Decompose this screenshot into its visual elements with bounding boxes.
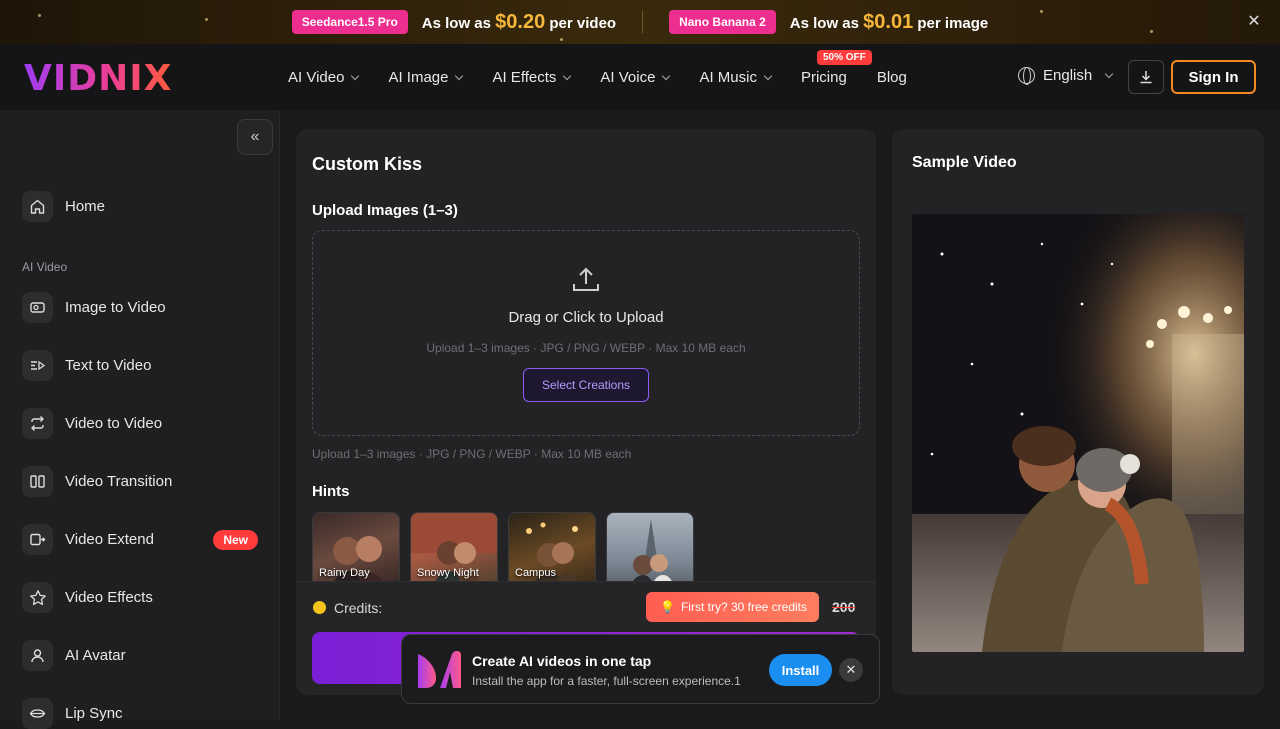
- promo-price: $0.20: [495, 10, 546, 33]
- nav-item-ai-effects[interactable]: AI Effects: [492, 69, 572, 86]
- sidebar-item-ai-avatar[interactable]: AI Avatar: [22, 640, 258, 671]
- divider: [642, 11, 644, 33]
- select-creations-button[interactable]: Select Creations: [523, 368, 649, 402]
- promo-text: As low as $0.20 per video: [421, 10, 617, 33]
- top-nav: VIDNIX AI Video AI Image AI Effects AI V…: [0, 44, 1280, 110]
- promo-price: $0.01: [863, 10, 914, 33]
- lips-icon: [22, 698, 53, 729]
- sidebar-section-title: AI Video: [22, 260, 68, 274]
- dropzone-subtitle: Upload 1–3 images · JPG / PNG / WEBP · M…: [426, 341, 746, 355]
- sign-in-button[interactable]: Sign In: [1171, 60, 1256, 94]
- sidebar-item-video-extend[interactable]: Video Extend New: [22, 524, 258, 555]
- upload-dropzone[interactable]: Drag or Click to Upload Upload 1–3 image…: [312, 230, 860, 436]
- sidebar-item-image-to-video[interactable]: Image to Video: [22, 292, 258, 323]
- image-video-icon: [22, 292, 53, 323]
- globe-icon: [1018, 67, 1035, 85]
- hints-title: Hints: [312, 483, 350, 500]
- sidebar-item-lip-sync[interactable]: Lip Sync: [22, 698, 258, 729]
- chevron-down-icon: [662, 71, 671, 80]
- sample-video-image: [912, 214, 1244, 652]
- sidebar-item-video-transition[interactable]: Video Transition: [22, 466, 258, 497]
- nav-item-ai-video[interactable]: AI Video: [288, 69, 360, 86]
- close-icon[interactable]: ✕: [839, 658, 863, 682]
- close-icon[interactable]: ✕: [1244, 12, 1264, 32]
- nav-menu: AI Video AI Image AI Effects AI Voice AI…: [288, 44, 907, 110]
- sidebar-item-video-effects[interactable]: Video Effects: [22, 582, 258, 613]
- new-badge: New: [213, 529, 258, 550]
- custom-kiss-panel: Custom Kiss Upload Images (1–3) Drag or …: [296, 129, 876, 695]
- sidebar-item-home[interactable]: Home: [22, 191, 258, 222]
- home-icon: [22, 191, 53, 222]
- promo-offer-image[interactable]: Nano Banana 2 As low as $0.01 per image: [669, 10, 988, 34]
- nav-item-pricing[interactable]: Pricing 50% OFF: [801, 49, 872, 86]
- sidebar-item-text-to-video[interactable]: Text to Video: [22, 350, 258, 381]
- collapse-sidebar-button[interactable]: «: [237, 119, 273, 155]
- hint-label: Campus: [515, 567, 556, 579]
- promo-offer-video[interactable]: Seedance1.5 Pro As low as $0.20 per vide…: [291, 10, 617, 34]
- chevron-down-icon: [563, 71, 572, 80]
- sample-video-preview[interactable]: [912, 214, 1244, 652]
- nav-item-blog[interactable]: Blog: [877, 69, 907, 86]
- coin-icon: [313, 601, 326, 614]
- discount-badge: 50% OFF: [816, 49, 872, 65]
- repeat-icon: [22, 408, 53, 439]
- text-video-icon: [22, 350, 53, 381]
- upload-icon: [573, 267, 599, 291]
- chevron-down-icon: [1104, 69, 1114, 79]
- promo-banner: Seedance1.5 Pro As low as $0.20 per vide…: [0, 0, 1280, 44]
- hint-label: Rainy Day: [319, 567, 370, 579]
- nav-item-ai-image[interactable]: AI Image: [388, 69, 464, 86]
- install-app-toast: Create AI videos in one tap Install the …: [401, 634, 880, 704]
- chevron-down-icon: [351, 71, 360, 80]
- nav-item-ai-music[interactable]: AI Music: [699, 69, 773, 86]
- app-logo-icon: [418, 651, 461, 688]
- credits-label: Credits:: [334, 600, 383, 616]
- credits-cost: 200: [832, 599, 856, 615]
- promo-badge: Seedance1.5 Pro: [291, 10, 408, 34]
- hint-label: Snowy Night: [417, 567, 479, 579]
- extend-icon: [22, 524, 53, 555]
- download-icon: [1140, 71, 1152, 84]
- page-title: Custom Kiss: [312, 154, 423, 174]
- logo[interactable]: VIDNIX: [24, 58, 172, 99]
- language-select[interactable]: English: [1018, 67, 1114, 85]
- promo-text: As low as $0.01 per image: [789, 10, 989, 33]
- free-credits-tooltip: 💡 First try? 30 free credits: [646, 592, 819, 622]
- promo-badge: Nano Banana 2: [669, 10, 776, 34]
- dropzone-title: Drag or Click to Upload: [508, 309, 664, 326]
- upload-note: Upload 1–3 images · JPG / PNG / WEBP · M…: [312, 447, 632, 461]
- toast-subtitle: Install the app for a faster, full-scree…: [472, 674, 741, 688]
- user-icon: [22, 640, 53, 671]
- star-icon: [22, 582, 53, 613]
- nav-item-ai-voice[interactable]: AI Voice: [600, 69, 671, 86]
- toast-title: Create AI videos in one tap: [472, 653, 652, 669]
- chevron-down-icon: [455, 71, 464, 80]
- transition-icon: [22, 466, 53, 497]
- download-button[interactable]: [1128, 60, 1164, 94]
- chevron-down-icon: [763, 71, 773, 80]
- upload-section-title: Upload Images (1–3): [312, 202, 458, 219]
- sidebar: « Home AI Video Image to Video Text to V…: [0, 110, 280, 729]
- install-button[interactable]: Install: [769, 654, 832, 686]
- lightbulb-icon: 💡: [660, 600, 675, 614]
- sample-video-title: Sample Video: [912, 154, 1017, 171]
- language-label: English: [1043, 67, 1093, 84]
- sample-video-panel: Sample Video: [892, 129, 1264, 695]
- sidebar-item-video-to-video[interactable]: Video to Video: [22, 408, 258, 439]
